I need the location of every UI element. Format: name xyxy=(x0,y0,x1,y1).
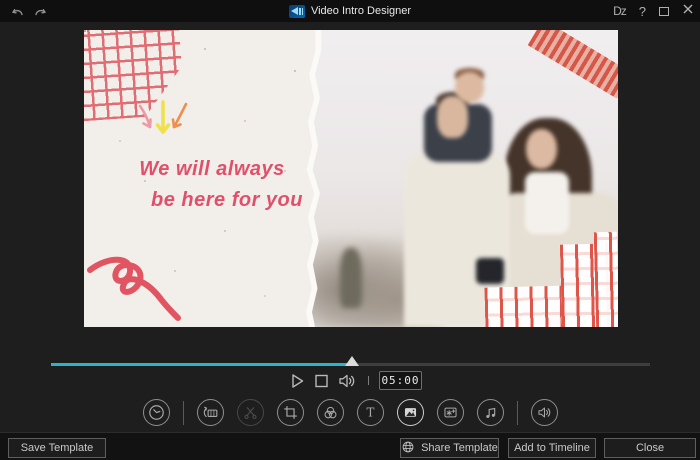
svg-text:T: T xyxy=(366,405,374,419)
duration-clock-button[interactable] xyxy=(142,399,170,426)
maximize-icon[interactable] xyxy=(659,6,669,16)
playhead-handle[interactable] xyxy=(345,356,359,366)
color-effect-button[interactable] xyxy=(316,399,344,426)
window-controls: Dz ? xyxy=(613,0,694,22)
footer-bar: Save Template Share Template Add to Time… xyxy=(0,432,700,460)
globe-icon xyxy=(401,440,415,457)
photo-icon xyxy=(404,408,416,417)
speaker-icon xyxy=(537,407,550,418)
stop-button[interactable] xyxy=(313,371,329,391)
effects-icon xyxy=(443,407,457,418)
transport-divider xyxy=(368,376,369,385)
photo-woman-sweater xyxy=(525,172,569,234)
audio-volume-button[interactable] xyxy=(530,399,558,426)
directorzone-icon[interactable]: Dz xyxy=(613,4,627,18)
seek-bar[interactable] xyxy=(51,356,650,366)
photo-evergreen xyxy=(340,248,362,308)
blend-circles-icon xyxy=(324,406,336,419)
music-button[interactable] xyxy=(476,399,504,426)
play-button[interactable] xyxy=(288,371,306,391)
tools-toolbar: T xyxy=(0,399,700,426)
scissors-icon xyxy=(243,407,257,419)
help-icon[interactable]: ? xyxy=(639,4,646,19)
video-preview: We will always be here for you xyxy=(84,30,618,327)
app-logo-icon xyxy=(288,4,305,18)
photo-child-face xyxy=(455,72,484,103)
replace-media-button[interactable] xyxy=(196,399,224,426)
text-icon: T xyxy=(366,405,374,419)
caption-line1: We will always xyxy=(139,158,285,180)
toolbar-separator xyxy=(516,400,518,425)
close-icon[interactable] xyxy=(682,2,694,20)
photo-woman-face xyxy=(526,129,557,169)
photo-man-face xyxy=(437,96,468,138)
share-template-button[interactable]: Share Template xyxy=(400,438,499,458)
photo-button[interactable] xyxy=(396,399,424,426)
toolbar-separator xyxy=(182,400,184,425)
mute-button[interactable] xyxy=(336,371,358,391)
save-template-button[interactable]: Save Template xyxy=(8,438,106,458)
replace-media-icon xyxy=(203,406,217,418)
transport-controls: 05:00 xyxy=(288,370,422,391)
time-display: 05:00 xyxy=(379,371,422,390)
title-text-button[interactable]: T xyxy=(356,399,384,426)
add-to-timeline-label: Add to Timeline xyxy=(514,442,590,454)
pip-effects-button[interactable] xyxy=(436,399,464,426)
share-template-label: Share Template xyxy=(421,442,498,454)
close-label: Close xyxy=(635,442,665,454)
seek-progress xyxy=(51,363,352,366)
crop-button[interactable] xyxy=(276,399,304,426)
close-button[interactable]: Close xyxy=(604,438,696,458)
window-title: Video Intro Designer xyxy=(310,5,412,17)
doodle-squiggle xyxy=(87,256,181,321)
doodle-arrows xyxy=(138,100,188,134)
photo-dark-object xyxy=(476,258,504,284)
doodle-grid-bottom-right xyxy=(593,231,618,327)
music-note-icon xyxy=(485,407,495,418)
window-title-area: Video Intro Designer xyxy=(0,0,700,22)
trim-scissors-button xyxy=(236,399,264,426)
titlebar: Video Intro Designer Dz ? xyxy=(0,0,700,22)
crop-icon xyxy=(283,406,297,419)
save-template-label: Save Template xyxy=(20,442,94,454)
clock-icon xyxy=(148,405,164,420)
preview-caption: We will always be here for you xyxy=(92,154,332,216)
add-to-timeline-button[interactable]: Add to Timeline xyxy=(508,438,596,458)
